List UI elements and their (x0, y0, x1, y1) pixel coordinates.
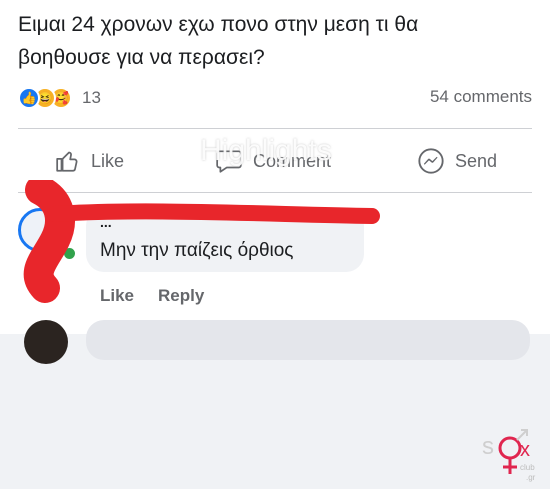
svg-text:s: s (482, 433, 494, 460)
like-reaction-icon: 👍 (18, 87, 40, 109)
red-scribble-redaction (23, 180, 380, 303)
highlights-watermark: Highlights (200, 134, 332, 167)
like-button[interactable]: Like (55, 138, 124, 184)
post-text: Ειμαι 24 χρονων εχω πονο στην μεση τι θα… (18, 8, 538, 74)
reaction-count: 13 (82, 88, 101, 107)
post-text-line-2: βοηθουσε για να περασει? (18, 46, 265, 69)
svg-text:x: x (520, 439, 530, 461)
send-button-label: Send (455, 150, 498, 171)
messenger-icon (418, 148, 444, 174)
send-button[interactable]: Send (417, 138, 497, 184)
svg-text:.gr: .gr (526, 473, 536, 482)
reactions-summary[interactable]: 👍 😆 🥰 13 (18, 85, 101, 111)
reaction-icons: 👍 😆 🥰 (18, 87, 72, 109)
thumbs-up-icon (56, 151, 78, 172)
like-button-label: Like (91, 150, 125, 171)
sexclub-logo: s x club .gr (482, 429, 536, 482)
comments-count-link[interactable]: 54 comments (430, 87, 532, 107)
post-text-line-1: Ειμαι 24 χρονων εχω πονο στην μεση τι θα (18, 13, 419, 36)
next-comment-bubble (86, 320, 530, 360)
divider-top (18, 128, 532, 129)
next-commenter-avatar[interactable] (24, 320, 68, 364)
svg-text:club: club (520, 463, 535, 472)
